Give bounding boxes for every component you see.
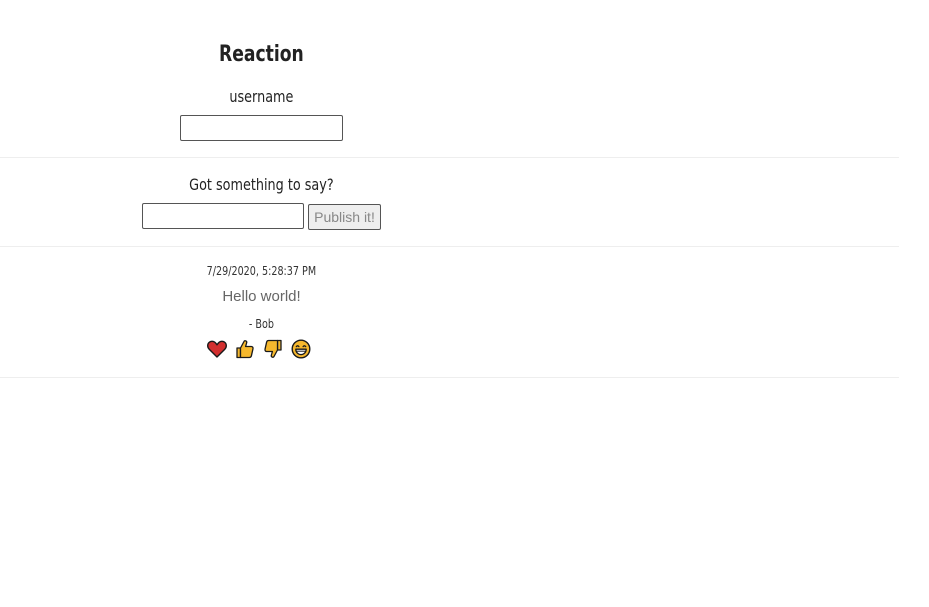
heart-reaction-button[interactable] <box>207 339 227 359</box>
laughing-face-icon <box>291 339 311 359</box>
publish-button[interactable]: Publish it! <box>308 204 381 230</box>
heart-icon <box>207 340 227 358</box>
app-container: Reaction username Got something to say? … <box>0 0 899 378</box>
message-input[interactable] <box>142 203 304 229</box>
post-text: Hello world! <box>222 288 301 305</box>
thumbs-up-reaction-button[interactable] <box>235 339 255 359</box>
header-section: Reaction username <box>0 0 899 158</box>
compose-prompt: Got something to say? <box>189 175 334 194</box>
post-timestamp: 7/29/2020, 5:28:37 PM <box>206 264 317 278</box>
post-item: 7/29/2020, 5:28:37 PM Hello world! - Bob <box>0 247 899 378</box>
laugh-reaction-button[interactable] <box>291 339 311 359</box>
reaction-bar <box>207 339 311 361</box>
thumbs-up-icon <box>236 340 254 359</box>
thumbs-down-icon <box>264 339 282 358</box>
thumbs-down-reaction-button[interactable] <box>263 339 283 359</box>
app-title: Reaction <box>219 42 304 67</box>
post-author: - Bob <box>248 317 274 331</box>
compose-section: Got something to say? Publish it! <box>0 158 899 247</box>
username-label: username <box>229 87 294 106</box>
username-input[interactable] <box>180 115 343 141</box>
